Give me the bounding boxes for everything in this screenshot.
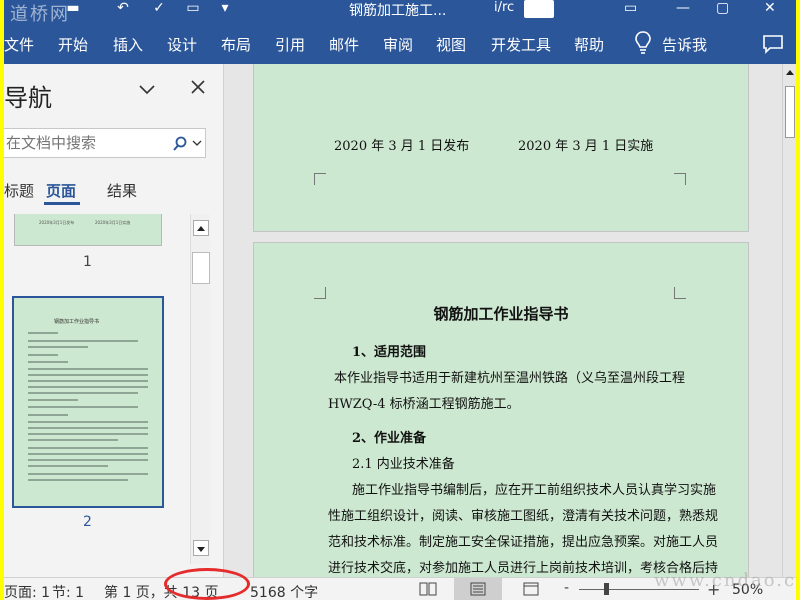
customize-quick-access-icon[interactable]: ▾	[216, 0, 234, 18]
tab-headings[interactable]: 标题	[4, 180, 34, 201]
document-page-1[interactable]: 2020 年 3 月 1 日发布 2020 年 3 月 1 日实施	[253, 64, 749, 232]
crop-mark	[674, 287, 686, 299]
tab-file[interactable]: 文件	[4, 34, 34, 55]
section-heading: 1、适用范围	[352, 345, 427, 360]
minimize-icon[interactable]: —	[676, 0, 690, 16]
page-count-highlight	[164, 568, 250, 600]
crop-mark	[314, 173, 326, 185]
search-icon[interactable]	[172, 136, 188, 152]
ribbon-display-icon[interactable]: ▭	[624, 0, 637, 16]
ribbon-tabs: 文件 开始 插入 设计 布局 引用 邮件 审阅 视图 开发工具 帮助 告诉我	[4, 22, 796, 64]
document-scrollbar[interactable]	[782, 64, 796, 577]
search-input[interactable]	[6, 133, 166, 153]
undo-icon[interactable]: ↶	[114, 0, 132, 18]
page-number-2: 2	[83, 514, 92, 530]
scroll-thumb[interactable]	[192, 252, 210, 284]
page-thumbnail-2[interactable]: 钢筋加工作业指导书	[12, 296, 164, 508]
watermark-site: www.cndao.com	[654, 570, 796, 591]
body-text-line: 施工作业指导书编制后，应在开工前组织技术人员认真学习实施	[352, 483, 717, 498]
body-text-line: HWZQ-4 标桥涵工程钢筋施工。	[328, 397, 520, 412]
tab-developer[interactable]: 开发工具	[491, 34, 551, 55]
open-icon[interactable]: ▭	[184, 0, 202, 18]
tab-insert[interactable]: 插入	[113, 34, 143, 55]
implement-date: 2020 年 3 月 1 日实施	[518, 139, 654, 154]
triangle-down-icon	[197, 547, 205, 552]
crop-mark	[314, 287, 326, 299]
check-icon[interactable]: ✓	[150, 0, 168, 18]
close-window-icon[interactable]: ✕	[764, 0, 776, 16]
page-number-1: 1	[83, 254, 92, 270]
subsection-heading: 2.1 内业技术准备	[352, 457, 455, 472]
zoom-out-button[interactable]: -	[564, 580, 569, 596]
zoom-slider-handle[interactable]	[604, 583, 609, 595]
scroll-down-button[interactable]	[193, 540, 209, 556]
navigation-pane: 导航 标题 页面 结果 2020年3月1日发布 2020年3月1日实施	[4, 64, 224, 577]
tab-design[interactable]: 设计	[167, 34, 197, 55]
tab-review[interactable]: 审阅	[383, 34, 413, 55]
tab-help[interactable]: 帮助	[574, 34, 604, 55]
avatar[interactable]	[524, 0, 554, 18]
thumb-publish-date: 2020年3月1日发布	[39, 220, 75, 225]
active-tab-indicator	[44, 202, 80, 205]
document-title: 钢筋加工施工...	[349, 3, 447, 19]
tab-mailings[interactable]: 邮件	[329, 34, 359, 55]
document-canvas[interactable]: 2020 年 3 月 1 日发布 2020 年 3 月 1 日实施 钢筋加工作业…	[225, 64, 782, 577]
thumb-heading: 钢筋加工作业指导书	[54, 319, 100, 325]
tab-layout[interactable]: 布局	[221, 34, 251, 55]
lightbulb-icon[interactable]	[634, 30, 652, 56]
chevron-down-icon[interactable]	[192, 139, 202, 147]
comment-icon[interactable]	[762, 34, 784, 54]
page-thumbnail-1[interactable]: 2020年3月1日发布 2020年3月1日实施	[14, 214, 162, 246]
body-text-line: 性施工组织设计，阅读、审核施工图纸，澄清有关技术问题，熟悉规	[328, 509, 719, 524]
document-heading: 钢筋加工作业指导书	[433, 305, 569, 323]
nav-pane-title: 导航	[4, 84, 52, 112]
document-page-2[interactable]: 钢筋加工作业指导书 1、适用范围 本作业指导书适用于新建杭州至温州铁路（义乌至温…	[253, 242, 749, 577]
word-window: 道桥网 ▬ ↶ ✓ ▭ ▾ 钢筋加工施工... i/rc ▭ — ▢ ✕ 文件 …	[4, 0, 796, 600]
page-thumbnails: 2020年3月1日发布 2020年3月1日实施 1 钢筋加工作业指导书 2	[4, 214, 190, 564]
tab-references[interactable]: 引用	[275, 34, 305, 55]
tab-results[interactable]: 结果	[107, 180, 137, 201]
crop-mark	[674, 173, 686, 185]
publish-date: 2020 年 3 月 1 日发布	[334, 139, 470, 154]
scroll-up-button[interactable]	[193, 220, 209, 236]
nav-search-box[interactable]	[4, 128, 206, 158]
status-section[interactable]: 节: 1	[52, 582, 84, 600]
tab-home[interactable]: 开始	[58, 34, 88, 55]
maximize-icon[interactable]: ▢	[716, 0, 729, 16]
section-heading: 2、作业准备	[352, 431, 427, 446]
tab-pages[interactable]: 页面	[46, 180, 76, 201]
save-icon[interactable]: ▬	[64, 0, 82, 18]
print-layout-icon[interactable]	[469, 582, 487, 596]
body-text-line: 范和技术标准。制定施工安全保证措施，提出应急预案。对施工人员	[328, 535, 719, 550]
triangle-up-icon	[197, 226, 205, 231]
title-bar: 道桥网 ▬ ↶ ✓ ▭ ▾ 钢筋加工施工... i/rc ▭ — ▢ ✕	[4, 0, 796, 25]
user-name[interactable]: i/rc	[494, 0, 514, 15]
body-text-line: 本作业指导书适用于新建杭州至温州铁路（义乌至温州段工程	[334, 371, 686, 386]
scroll-thumb[interactable]	[785, 86, 795, 138]
chevron-down-icon[interactable]	[138, 80, 156, 98]
status-page-indicator[interactable]: 页面: 1	[4, 582, 50, 600]
web-layout-icon[interactable]	[522, 582, 540, 596]
tab-view[interactable]: 视图	[436, 34, 466, 55]
status-word-count[interactable]: 5168 个字	[250, 582, 318, 600]
close-icon[interactable]	[190, 78, 206, 96]
tell-me-search[interactable]: 告诉我	[662, 34, 707, 55]
triangle-up-icon[interactable]	[785, 68, 795, 76]
thumb-implement-date: 2020年3月1日实施	[95, 220, 131, 225]
thumbnail-scrollbar[interactable]	[190, 214, 210, 564]
read-mode-icon[interactable]	[419, 582, 437, 596]
